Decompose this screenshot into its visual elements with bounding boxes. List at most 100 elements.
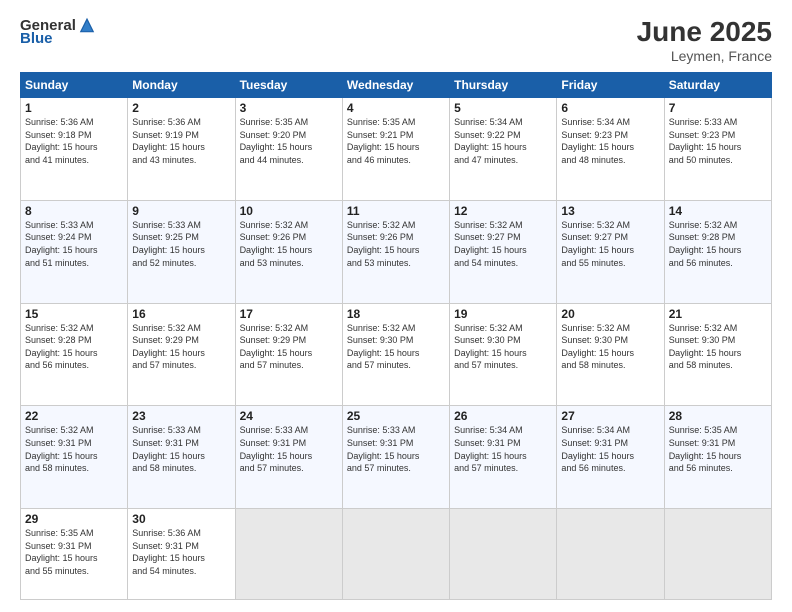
page: General Blue June 2025 Leymen, France Su… xyxy=(0,0,792,612)
day-info: Sunrise: 5:35 AM Sunset: 9:20 PM Dayligh… xyxy=(240,116,338,166)
day-number: 12 xyxy=(454,204,552,218)
day-info: Sunrise: 5:32 AM Sunset: 9:28 PM Dayligh… xyxy=(25,322,123,372)
calendar-table: Sunday Monday Tuesday Wednesday Thursday… xyxy=(20,72,772,600)
calendar-cell: 4Sunrise: 5:35 AM Sunset: 9:21 PM Daylig… xyxy=(342,98,449,201)
day-number: 23 xyxy=(132,409,230,423)
day-number: 6 xyxy=(561,101,659,115)
calendar-cell: 17Sunrise: 5:32 AM Sunset: 9:29 PM Dayli… xyxy=(235,303,342,406)
day-info: Sunrise: 5:32 AM Sunset: 9:29 PM Dayligh… xyxy=(240,322,338,372)
day-info: Sunrise: 5:32 AM Sunset: 9:26 PM Dayligh… xyxy=(240,219,338,269)
header-saturday: Saturday xyxy=(664,73,771,98)
calendar-cell: 9Sunrise: 5:33 AM Sunset: 9:25 PM Daylig… xyxy=(128,200,235,303)
calendar-cell: 8Sunrise: 5:33 AM Sunset: 9:24 PM Daylig… xyxy=(21,200,128,303)
header-wednesday: Wednesday xyxy=(342,73,449,98)
calendar-cell xyxy=(557,509,664,600)
day-info: Sunrise: 5:34 AM Sunset: 9:31 PM Dayligh… xyxy=(454,424,552,474)
calendar-cell xyxy=(235,509,342,600)
day-info: Sunrise: 5:35 AM Sunset: 9:31 PM Dayligh… xyxy=(25,527,123,577)
day-info: Sunrise: 5:33 AM Sunset: 9:31 PM Dayligh… xyxy=(347,424,445,474)
day-info: Sunrise: 5:32 AM Sunset: 9:30 PM Dayligh… xyxy=(669,322,767,372)
calendar-cell: 3Sunrise: 5:35 AM Sunset: 9:20 PM Daylig… xyxy=(235,98,342,201)
header-monday: Monday xyxy=(128,73,235,98)
day-info: Sunrise: 5:36 AM Sunset: 9:31 PM Dayligh… xyxy=(132,527,230,577)
calendar-cell: 14Sunrise: 5:32 AM Sunset: 9:28 PM Dayli… xyxy=(664,200,771,303)
calendar-cell: 25Sunrise: 5:33 AM Sunset: 9:31 PM Dayli… xyxy=(342,406,449,509)
day-number: 10 xyxy=(240,204,338,218)
day-info: Sunrise: 5:33 AM Sunset: 9:31 PM Dayligh… xyxy=(132,424,230,474)
calendar-cell: 13Sunrise: 5:32 AM Sunset: 9:27 PM Dayli… xyxy=(557,200,664,303)
day-number: 8 xyxy=(25,204,123,218)
calendar-cell: 27Sunrise: 5:34 AM Sunset: 9:31 PM Dayli… xyxy=(557,406,664,509)
day-number: 15 xyxy=(25,307,123,321)
day-number: 16 xyxy=(132,307,230,321)
day-number: 19 xyxy=(454,307,552,321)
calendar-cell: 30Sunrise: 5:36 AM Sunset: 9:31 PM Dayli… xyxy=(128,509,235,600)
calendar-cell: 15Sunrise: 5:32 AM Sunset: 9:28 PM Dayli… xyxy=(21,303,128,406)
day-number: 29 xyxy=(25,512,123,526)
calendar-cell xyxy=(450,509,557,600)
day-number: 3 xyxy=(240,101,338,115)
day-info: Sunrise: 5:32 AM Sunset: 9:30 PM Dayligh… xyxy=(454,322,552,372)
day-info: Sunrise: 5:34 AM Sunset: 9:31 PM Dayligh… xyxy=(561,424,659,474)
day-info: Sunrise: 5:32 AM Sunset: 9:28 PM Dayligh… xyxy=(669,219,767,269)
day-number: 21 xyxy=(669,307,767,321)
calendar-cell: 10Sunrise: 5:32 AM Sunset: 9:26 PM Dayli… xyxy=(235,200,342,303)
day-info: Sunrise: 5:33 AM Sunset: 9:24 PM Dayligh… xyxy=(25,219,123,269)
day-info: Sunrise: 5:34 AM Sunset: 9:23 PM Dayligh… xyxy=(561,116,659,166)
calendar-cell xyxy=(664,509,771,600)
day-info: Sunrise: 5:32 AM Sunset: 9:30 PM Dayligh… xyxy=(347,322,445,372)
calendar-cell: 20Sunrise: 5:32 AM Sunset: 9:30 PM Dayli… xyxy=(557,303,664,406)
day-number: 9 xyxy=(132,204,230,218)
header-sunday: Sunday xyxy=(21,73,128,98)
day-number: 27 xyxy=(561,409,659,423)
calendar-cell: 6Sunrise: 5:34 AM Sunset: 9:23 PM Daylig… xyxy=(557,98,664,201)
location: Leymen, France xyxy=(637,48,772,64)
day-number: 22 xyxy=(25,409,123,423)
day-number: 17 xyxy=(240,307,338,321)
day-number: 5 xyxy=(454,101,552,115)
logo-blue: Blue xyxy=(20,30,53,47)
calendar-header-row: Sunday Monday Tuesday Wednesday Thursday… xyxy=(21,73,772,98)
calendar-cell: 16Sunrise: 5:32 AM Sunset: 9:29 PM Dayli… xyxy=(128,303,235,406)
calendar-cell: 1Sunrise: 5:36 AM Sunset: 9:18 PM Daylig… xyxy=(21,98,128,201)
calendar-cell: 11Sunrise: 5:32 AM Sunset: 9:26 PM Dayli… xyxy=(342,200,449,303)
calendar-cell: 26Sunrise: 5:34 AM Sunset: 9:31 PM Dayli… xyxy=(450,406,557,509)
day-info: Sunrise: 5:32 AM Sunset: 9:29 PM Dayligh… xyxy=(132,322,230,372)
calendar-cell: 23Sunrise: 5:33 AM Sunset: 9:31 PM Dayli… xyxy=(128,406,235,509)
day-info: Sunrise: 5:33 AM Sunset: 9:23 PM Dayligh… xyxy=(669,116,767,166)
day-info: Sunrise: 5:32 AM Sunset: 9:26 PM Dayligh… xyxy=(347,219,445,269)
calendar-cell: 29Sunrise: 5:35 AM Sunset: 9:31 PM Dayli… xyxy=(21,509,128,600)
day-number: 28 xyxy=(669,409,767,423)
calendar-cell: 28Sunrise: 5:35 AM Sunset: 9:31 PM Dayli… xyxy=(664,406,771,509)
title-area: June 2025 Leymen, France xyxy=(637,16,772,64)
calendar-cell: 12Sunrise: 5:32 AM Sunset: 9:27 PM Dayli… xyxy=(450,200,557,303)
header-tuesday: Tuesday xyxy=(235,73,342,98)
calendar-cell: 2Sunrise: 5:36 AM Sunset: 9:19 PM Daylig… xyxy=(128,98,235,201)
day-number: 18 xyxy=(347,307,445,321)
day-info: Sunrise: 5:36 AM Sunset: 9:19 PM Dayligh… xyxy=(132,116,230,166)
header-friday: Friday xyxy=(557,73,664,98)
day-info: Sunrise: 5:33 AM Sunset: 9:25 PM Dayligh… xyxy=(132,219,230,269)
day-number: 26 xyxy=(454,409,552,423)
day-info: Sunrise: 5:34 AM Sunset: 9:22 PM Dayligh… xyxy=(454,116,552,166)
calendar-cell: 22Sunrise: 5:32 AM Sunset: 9:31 PM Dayli… xyxy=(21,406,128,509)
month-title: June 2025 xyxy=(637,16,772,48)
day-number: 30 xyxy=(132,512,230,526)
day-number: 13 xyxy=(561,204,659,218)
day-info: Sunrise: 5:32 AM Sunset: 9:27 PM Dayligh… xyxy=(561,219,659,269)
calendar-cell: 18Sunrise: 5:32 AM Sunset: 9:30 PM Dayli… xyxy=(342,303,449,406)
day-number: 14 xyxy=(669,204,767,218)
calendar-cell: 24Sunrise: 5:33 AM Sunset: 9:31 PM Dayli… xyxy=(235,406,342,509)
logo-icon xyxy=(78,16,96,34)
day-number: 1 xyxy=(25,101,123,115)
header: General Blue June 2025 Leymen, France xyxy=(20,16,772,64)
day-info: Sunrise: 5:32 AM Sunset: 9:27 PM Dayligh… xyxy=(454,219,552,269)
day-info: Sunrise: 5:35 AM Sunset: 9:31 PM Dayligh… xyxy=(669,424,767,474)
header-thursday: Thursday xyxy=(450,73,557,98)
day-info: Sunrise: 5:35 AM Sunset: 9:21 PM Dayligh… xyxy=(347,116,445,166)
day-number: 24 xyxy=(240,409,338,423)
day-info: Sunrise: 5:32 AM Sunset: 9:31 PM Dayligh… xyxy=(25,424,123,474)
calendar-cell: 5Sunrise: 5:34 AM Sunset: 9:22 PM Daylig… xyxy=(450,98,557,201)
calendar-cell xyxy=(342,509,449,600)
day-number: 4 xyxy=(347,101,445,115)
